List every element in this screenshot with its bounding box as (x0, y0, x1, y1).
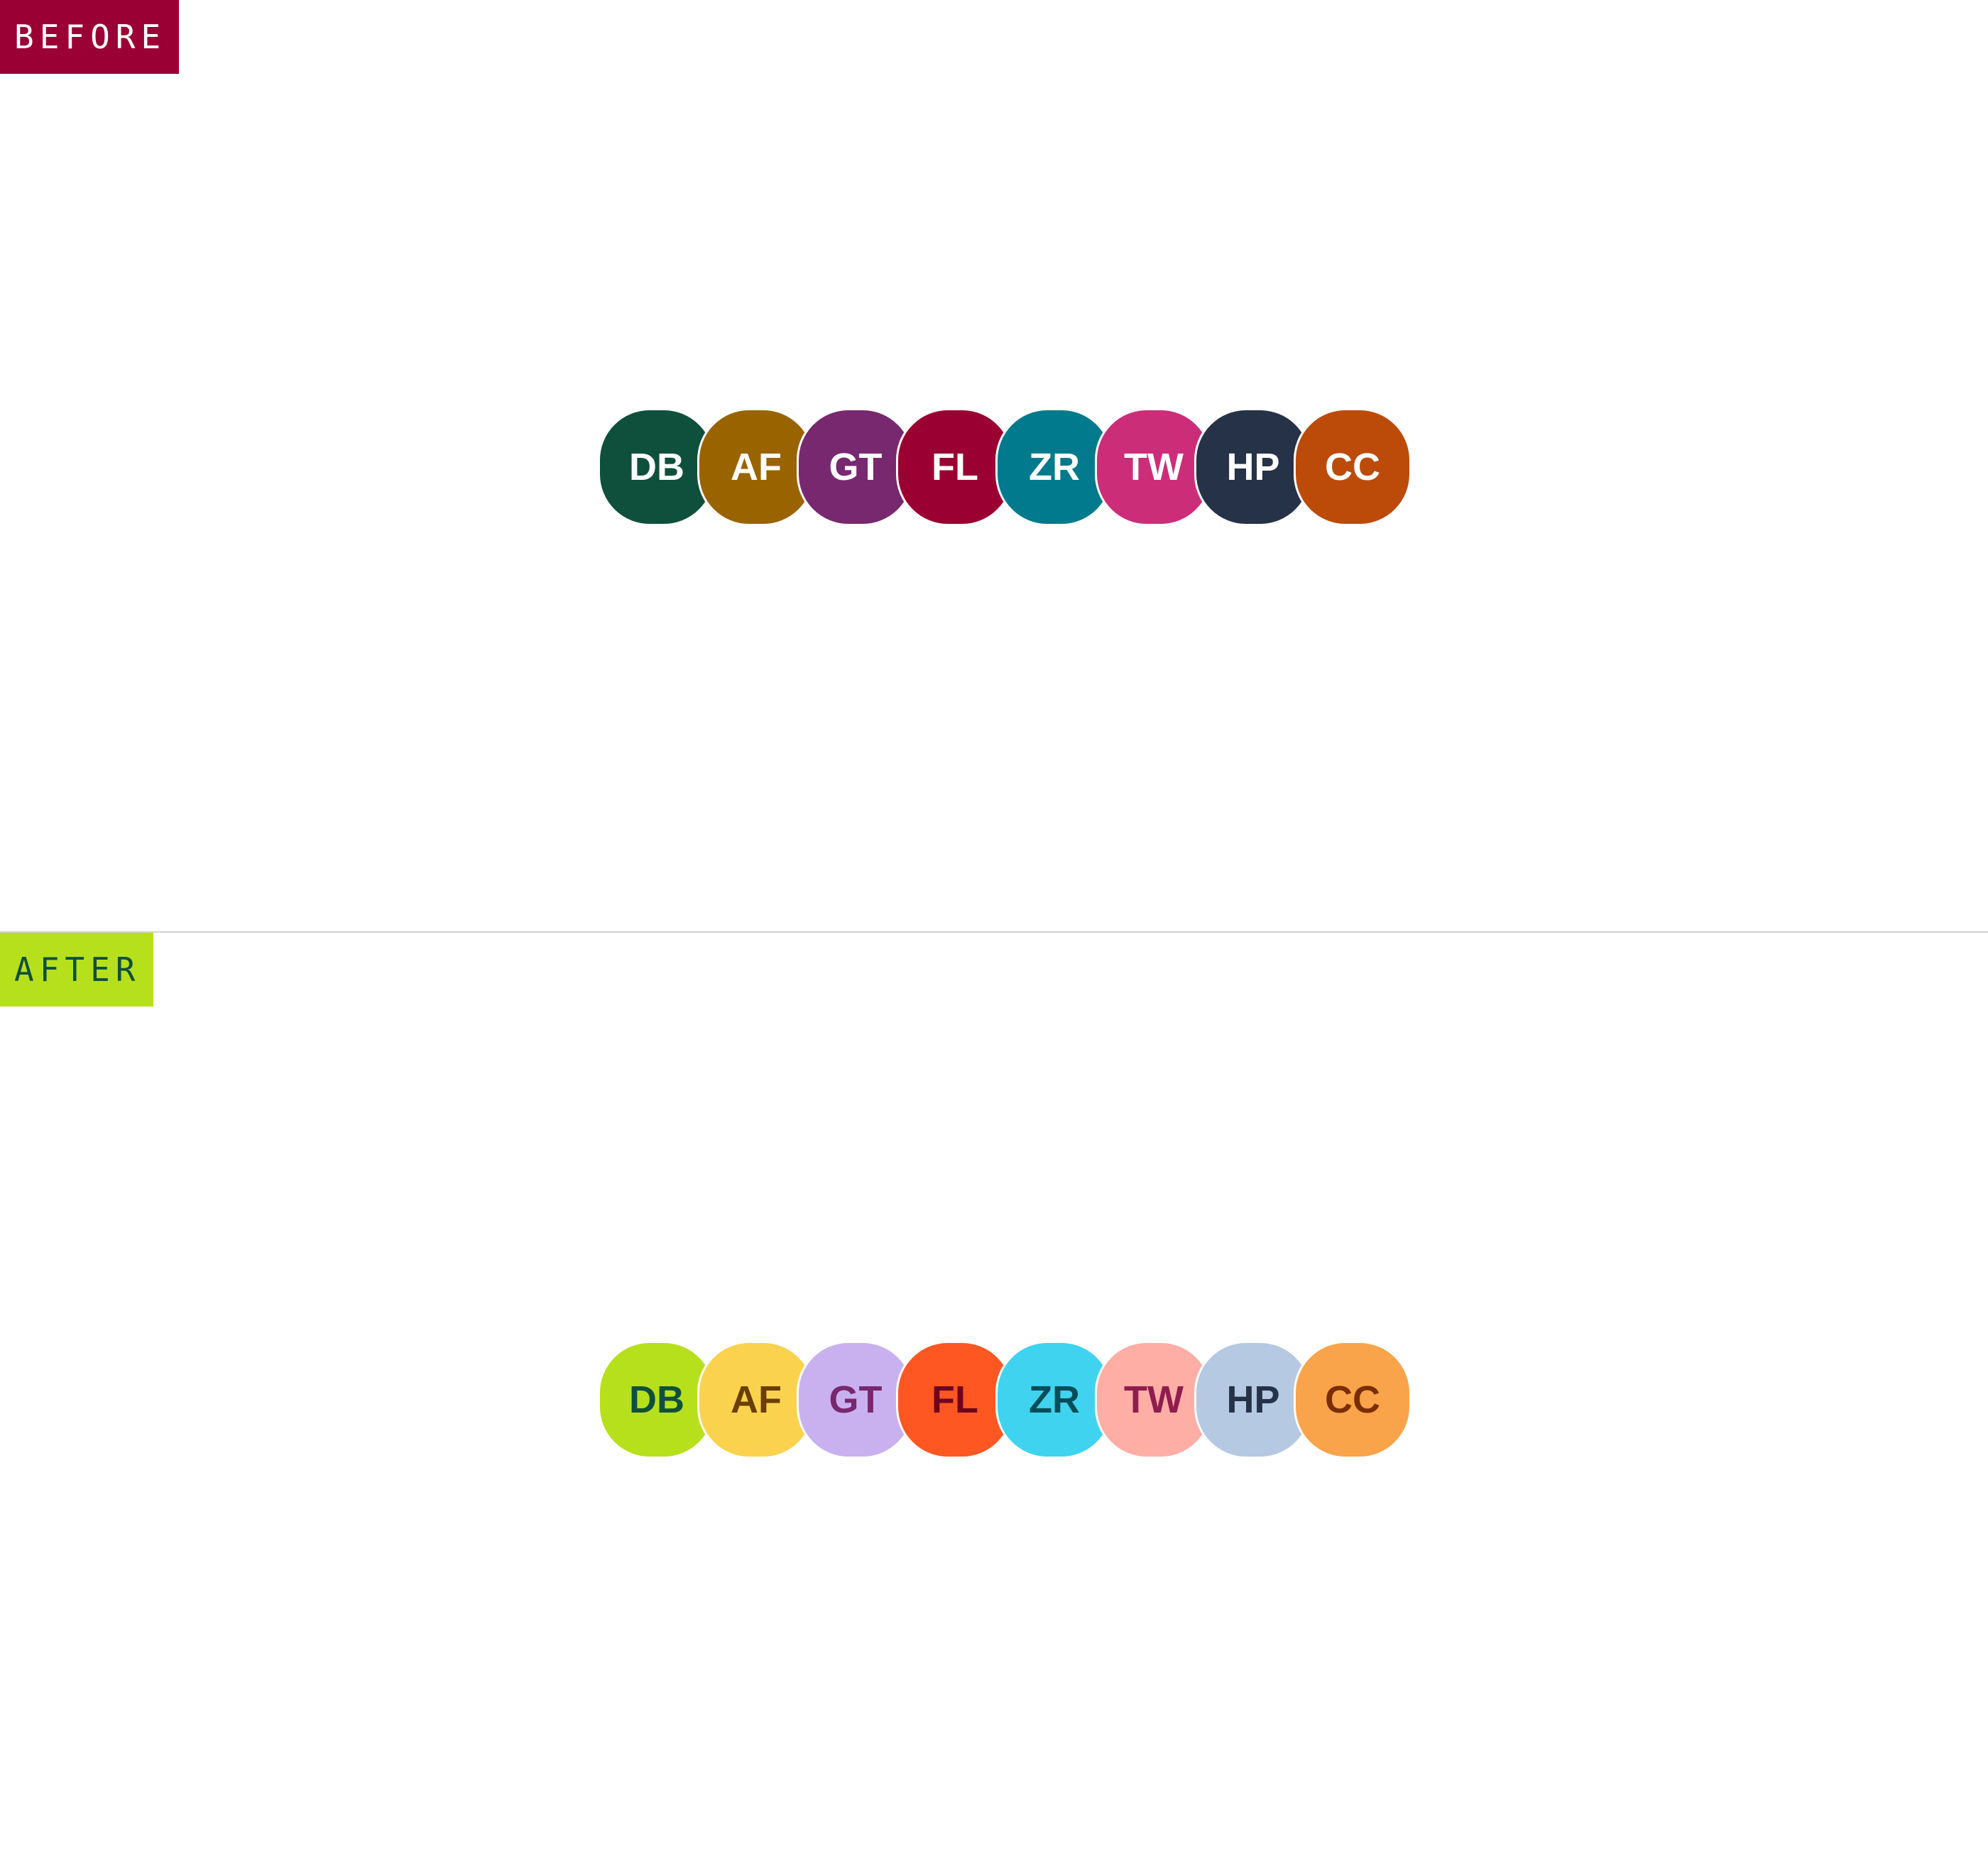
after-section: AFTER DB AF GT FL ZR TW HP CC (0, 933, 1988, 1864)
before-section: BEFORE DB AF GT FL ZR TW HP CC (0, 0, 1988, 932)
avatar-group-after: DB AF GT FL ZR TW HP CC (598, 1341, 1411, 1459)
after-label: AFTER (0, 933, 154, 1007)
avatar-group-before: DB AF GT FL ZR TW HP CC (598, 408, 1411, 526)
avatar-cc[interactable]: CC (1294, 408, 1411, 526)
avatar-cc[interactable]: CC (1294, 1341, 1411, 1459)
before-label: BEFORE (0, 0, 180, 74)
